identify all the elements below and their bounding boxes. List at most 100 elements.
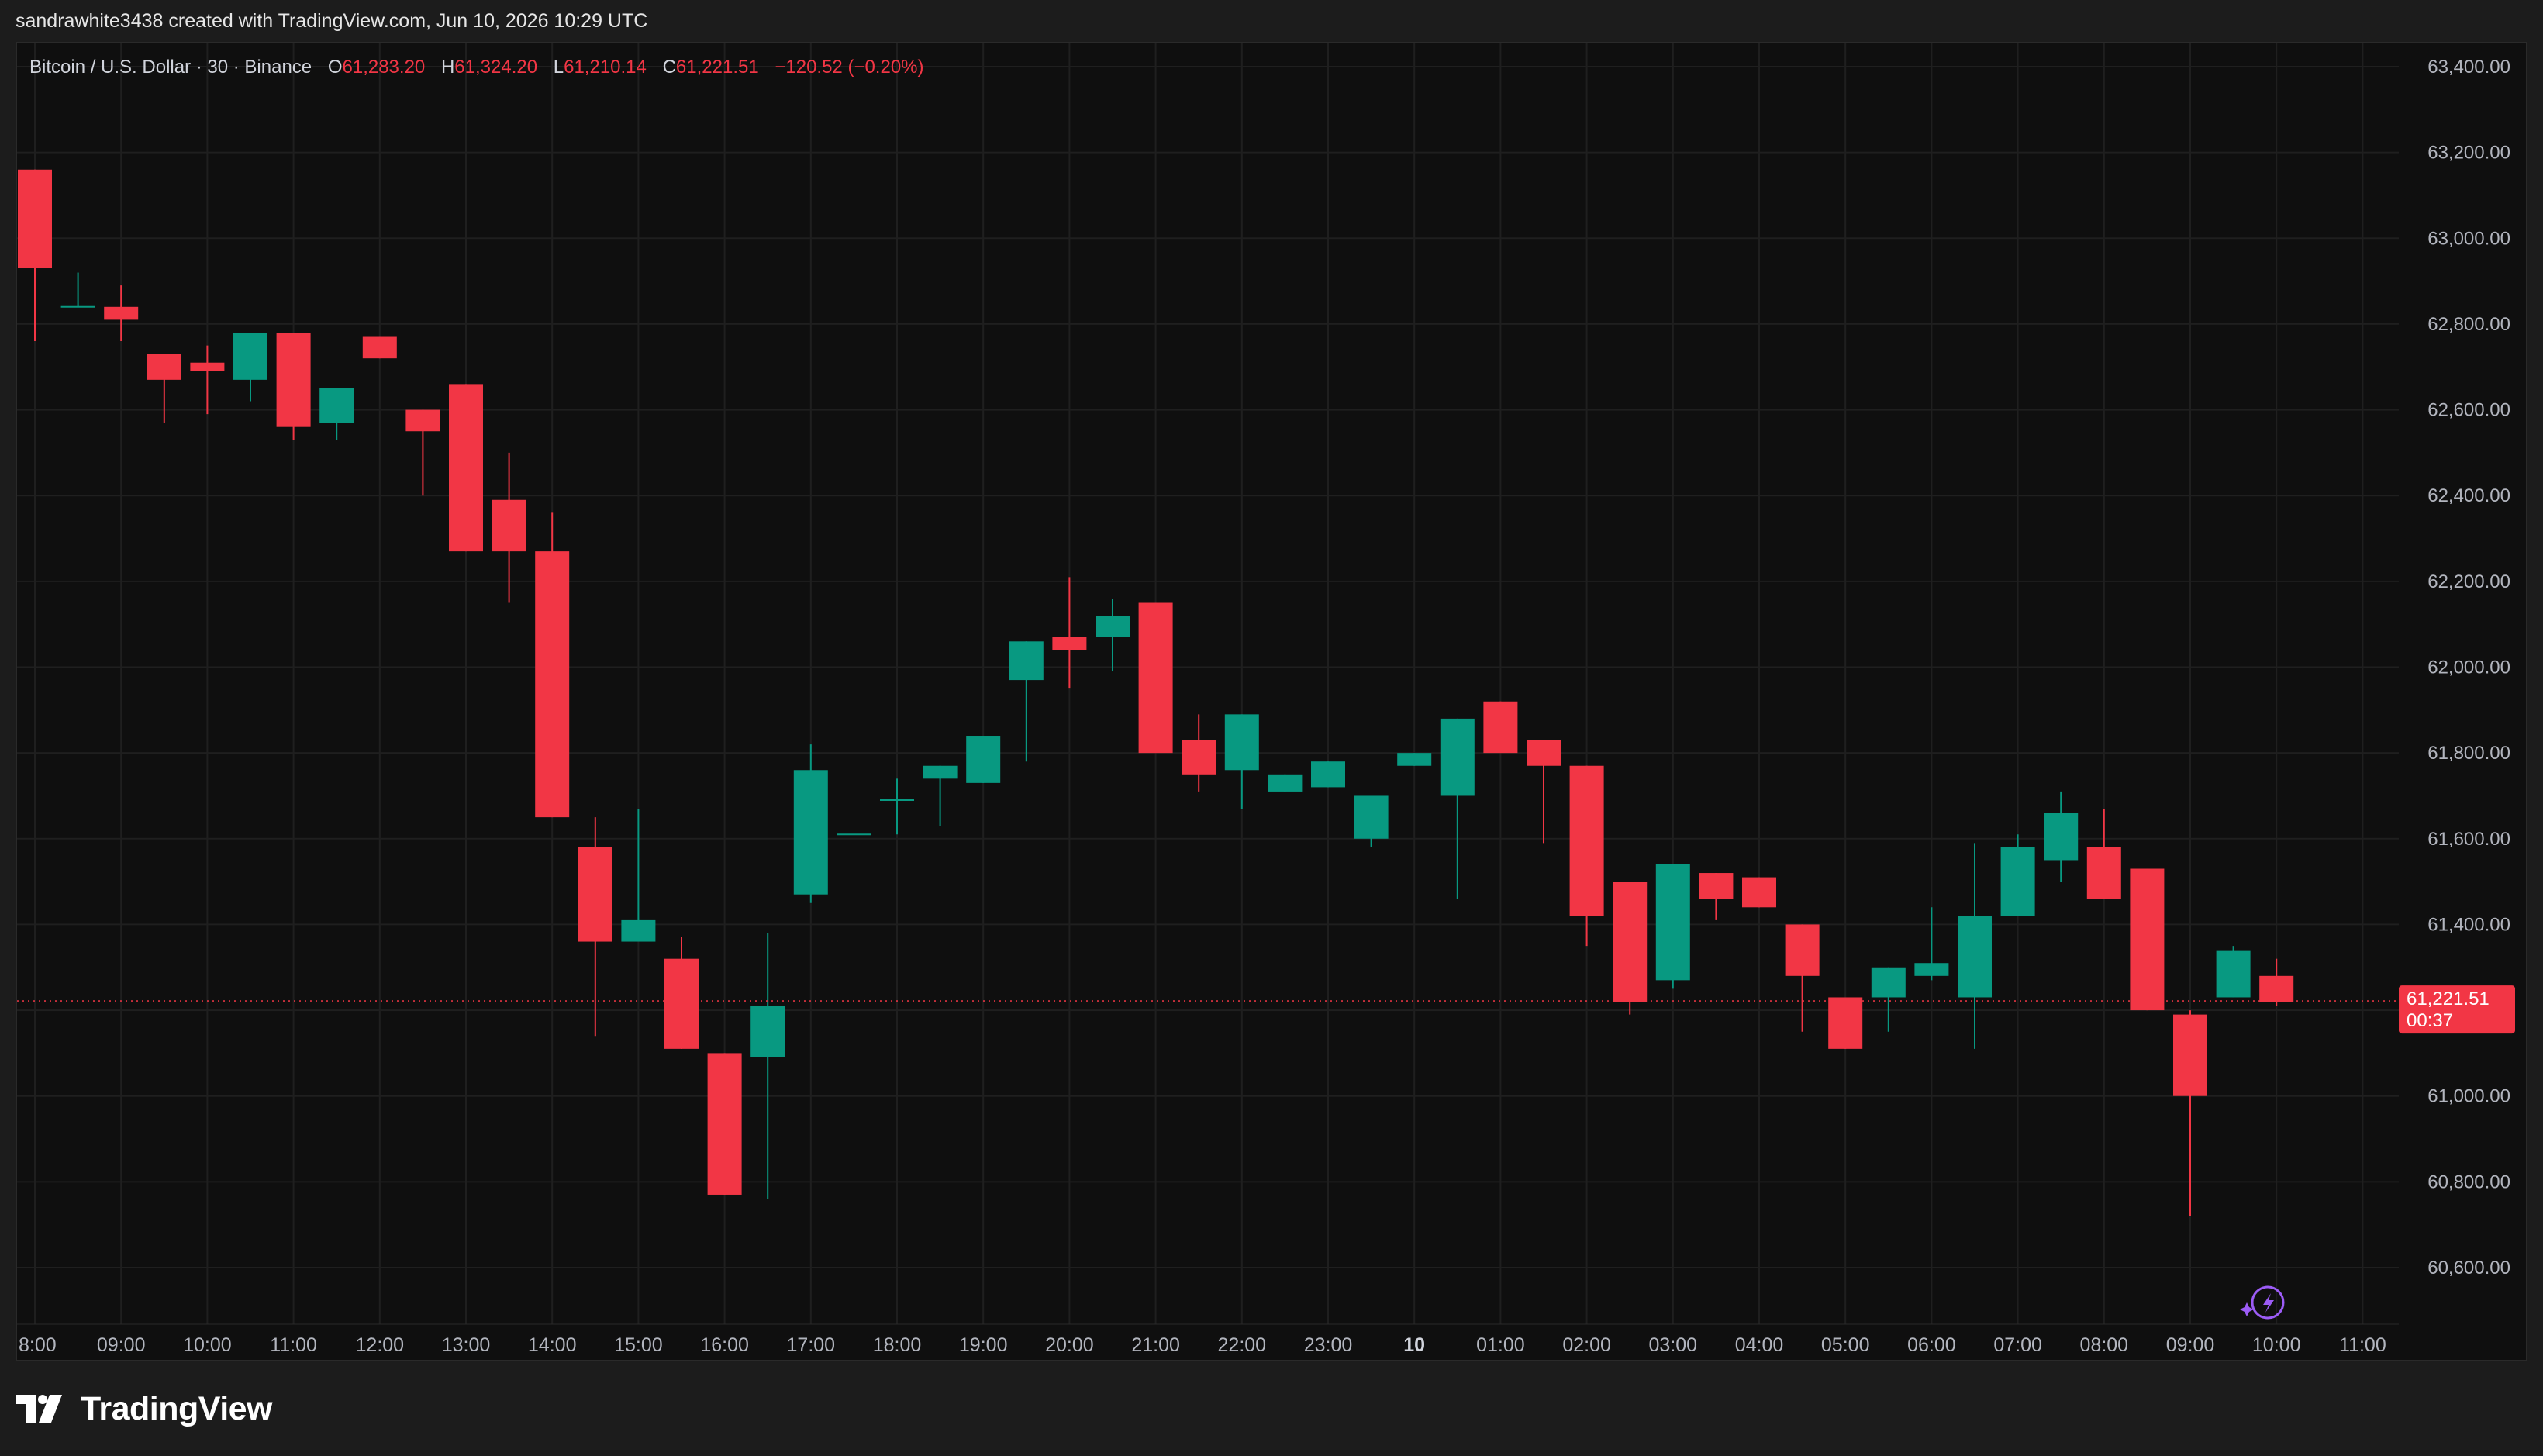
chart-panel[interactable]: 60,600.0060,800.0061,000.0061,200.0061,4… bbox=[16, 42, 2527, 1361]
candle-body bbox=[18, 169, 52, 269]
time-tick-label: 10:00 bbox=[183, 1334, 232, 1356]
candle-body bbox=[233, 332, 267, 380]
candle-body bbox=[923, 765, 958, 779]
time-tick-label: 04:00 bbox=[1735, 1334, 1784, 1356]
bearish-candle[interactable] bbox=[2130, 868, 2165, 1011]
bullish-candle[interactable] bbox=[793, 744, 828, 903]
close-value: 61,221.51 bbox=[676, 57, 759, 78]
candle-body bbox=[1009, 641, 1044, 681]
time-tick-label: 09:00 bbox=[2166, 1334, 2215, 1356]
bearish-candle[interactable] bbox=[1052, 577, 1087, 689]
time-tick-label: 23:00 bbox=[1304, 1334, 1353, 1356]
bearish-candle[interactable] bbox=[18, 169, 52, 342]
bullish-candle[interactable] bbox=[1958, 843, 1992, 1049]
bullish-candle[interactable] bbox=[60, 272, 95, 308]
bullish-candle[interactable] bbox=[2000, 834, 2035, 916]
candle-body bbox=[147, 354, 181, 380]
price-tick-label: 62,600.00 bbox=[2427, 400, 2510, 421]
candle-body bbox=[1699, 873, 1734, 899]
bullish-candle[interactable] bbox=[2044, 791, 2079, 882]
bearish-candle[interactable] bbox=[1527, 740, 1561, 844]
time-tick-label: 02:00 bbox=[1562, 1334, 1611, 1356]
bullish-candle[interactable] bbox=[621, 809, 656, 942]
bearish-candle[interactable] bbox=[1569, 765, 1604, 947]
high-value: 61,324.20 bbox=[454, 57, 537, 78]
bearish-candle[interactable] bbox=[449, 384, 483, 552]
candle-body bbox=[1828, 997, 1863, 1049]
candle-body bbox=[2216, 950, 2251, 998]
bullish-candle[interactable] bbox=[1311, 761, 1345, 788]
open-value: 61,283.20 bbox=[343, 57, 426, 78]
attribution-bar: sandrawhite3438 created with TradingView… bbox=[0, 0, 2543, 42]
high-label: H bbox=[441, 57, 454, 78]
bullish-candle[interactable] bbox=[1009, 641, 1044, 762]
bearish-candle[interactable] bbox=[362, 336, 397, 359]
tradingview-logo[interactable]: TradingView bbox=[16, 1380, 273, 1437]
bearish-candle[interactable] bbox=[1182, 714, 1216, 792]
bullish-candle[interactable] bbox=[1655, 864, 1690, 989]
bearish-candle[interactable] bbox=[1742, 877, 1776, 908]
bearish-candle[interactable] bbox=[664, 937, 699, 1049]
bearish-candle[interactable] bbox=[578, 817, 612, 1037]
time-tick-label: 12:00 bbox=[356, 1334, 405, 1356]
price-tick-label: 63,000.00 bbox=[2427, 228, 2510, 249]
bearish-candle[interactable] bbox=[190, 345, 225, 415]
close-label: C bbox=[663, 57, 676, 78]
bullish-candle[interactable] bbox=[1440, 718, 1475, 899]
bullish-candle[interactable] bbox=[319, 388, 354, 440]
candle-body bbox=[1440, 718, 1475, 796]
candle-body bbox=[1527, 740, 1561, 766]
bullish-candle[interactable] bbox=[1354, 795, 1389, 847]
candlestick-chart[interactable]: 60,600.0060,800.0061,000.0061,200.0061,4… bbox=[17, 43, 2526, 1360]
bearish-candle[interactable] bbox=[405, 409, 440, 496]
bullish-candle[interactable] bbox=[923, 765, 958, 826]
bullish-candle[interactable] bbox=[1871, 967, 1906, 1032]
bearish-candle[interactable] bbox=[1613, 882, 1648, 1015]
candle-body bbox=[1569, 765, 1604, 916]
time-tick-label: 19:00 bbox=[959, 1334, 1008, 1356]
bullish-candle[interactable] bbox=[1096, 598, 1130, 672]
open-label: O bbox=[328, 57, 343, 78]
bullish-candle[interactable] bbox=[750, 933, 785, 1199]
bearish-candle[interactable] bbox=[535, 512, 570, 818]
ohlc-legend[interactable]: Bitcoin / U.S. Dollar · 30 · Binance O61… bbox=[29, 57, 924, 78]
price-tick-label: 62,400.00 bbox=[2427, 485, 2510, 506]
time-tick-label: 18:00 bbox=[873, 1334, 922, 1356]
candle-body bbox=[578, 847, 612, 942]
time-tick-label: 03:00 bbox=[1649, 1334, 1698, 1356]
bullish-candle[interactable] bbox=[880, 778, 914, 835]
bearish-candle[interactable] bbox=[1785, 924, 1820, 1032]
bearish-candle[interactable] bbox=[147, 354, 181, 423]
bullish-candle[interactable] bbox=[1224, 714, 1259, 809]
time-tick-label: 17:00 bbox=[787, 1334, 836, 1356]
bearish-candle[interactable] bbox=[2259, 958, 2294, 1006]
bearish-candle[interactable] bbox=[1483, 701, 1518, 754]
bullish-candle[interactable] bbox=[1268, 774, 1303, 792]
bearish-candle[interactable] bbox=[276, 332, 311, 440]
time-tick-label: 13:00 bbox=[442, 1334, 491, 1356]
bullish-candle[interactable] bbox=[1914, 907, 1949, 981]
bearish-candle[interactable] bbox=[2173, 1010, 2207, 1216]
bullish-candle[interactable] bbox=[1397, 753, 1432, 766]
time-tick-label: 08:00 bbox=[2080, 1334, 2129, 1356]
candle-body bbox=[535, 551, 570, 818]
low-value: 61,210.14 bbox=[564, 57, 647, 78]
candle-body bbox=[492, 499, 526, 552]
grid-lines bbox=[17, 43, 2399, 1324]
candle-body bbox=[104, 306, 139, 320]
time-tick-label: 01:00 bbox=[1476, 1334, 1525, 1356]
candle-body bbox=[1785, 924, 1820, 976]
time-tick-label: 16:00 bbox=[700, 1334, 749, 1356]
bearish-candle[interactable] bbox=[1138, 602, 1173, 754]
bearish-candle[interactable] bbox=[707, 1053, 742, 1195]
bullish-candle[interactable] bbox=[233, 332, 267, 402]
bearish-candle[interactable] bbox=[1699, 873, 1734, 920]
time-axis-labels: 8:00 09:00 10:00 11:00 12:00 13:00 14:00 15:00 1… bbox=[19, 1334, 2386, 1356]
bearish-candle[interactable] bbox=[104, 285, 139, 342]
bearish-candle[interactable] bbox=[1828, 997, 1863, 1049]
bullish-candle[interactable] bbox=[966, 736, 1001, 783]
bearish-candle[interactable] bbox=[2086, 809, 2121, 899]
bearish-candle[interactable] bbox=[492, 452, 526, 603]
bullish-candle[interactable] bbox=[2216, 946, 2251, 998]
candle-body bbox=[319, 388, 354, 423]
